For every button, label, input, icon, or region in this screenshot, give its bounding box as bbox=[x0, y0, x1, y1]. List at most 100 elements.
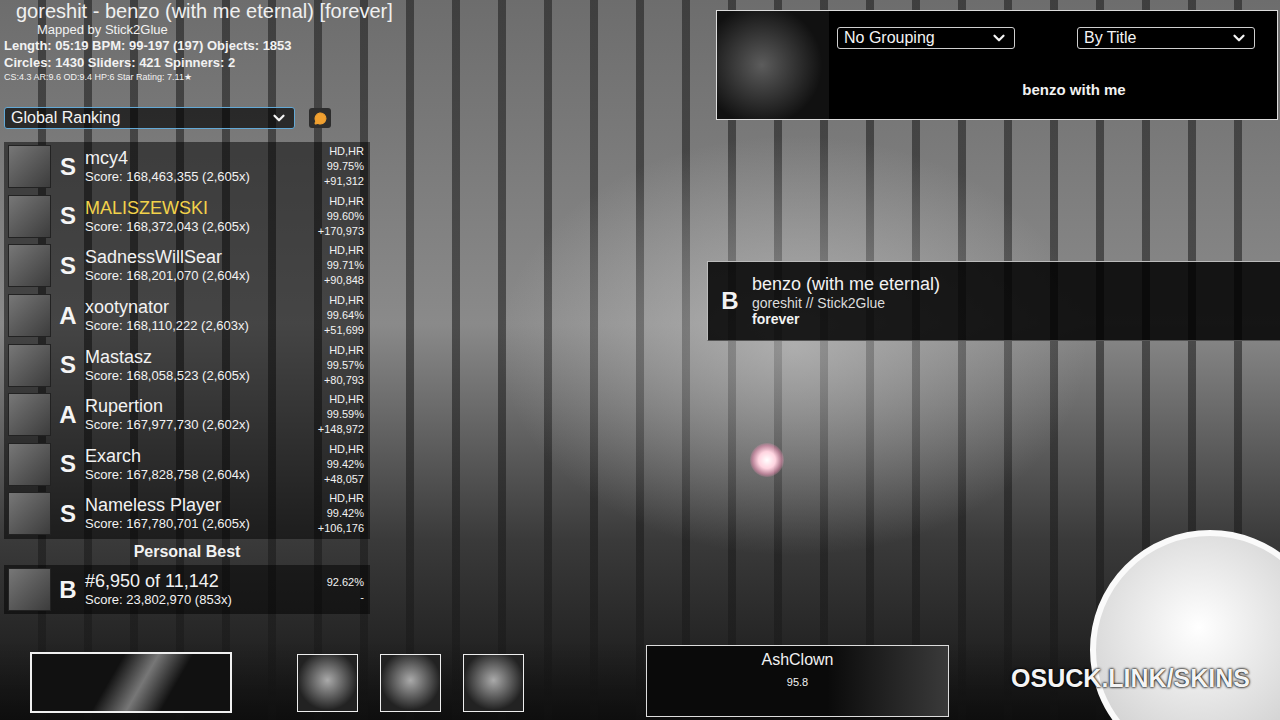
mapper: Mapped by Stick2Glue bbox=[4, 22, 376, 37]
ranking-dropdown[interactable]: Global Ranking bbox=[4, 107, 295, 129]
score-info: SadnessWillSearScore: 168,201,070 (2,604… bbox=[85, 247, 310, 284]
score-diff: +51,699 bbox=[310, 323, 364, 338]
rank-grade: S bbox=[51, 351, 85, 379]
score-row[interactable]: Smcy4Score: 168,463,355 (2,605x)HD,HR99.… bbox=[4, 142, 370, 192]
rank-grade: B bbox=[51, 576, 85, 604]
player-avatar bbox=[8, 244, 51, 287]
score-text: Score: 168,058,523 (2,605x) bbox=[85, 368, 310, 384]
rank-grade: A bbox=[51, 302, 85, 330]
mods: HD,HR bbox=[310, 144, 364, 159]
score-row[interactable]: SMastaszScore: 168,058,523 (2,605x)HD,HR… bbox=[4, 340, 370, 390]
panel-artwork bbox=[717, 11, 829, 119]
score-side: HD,HR99.59%+148,972 bbox=[310, 392, 364, 437]
rank-grade: S bbox=[51, 450, 85, 478]
score-side: HD,HR99.64%+51,699 bbox=[310, 293, 364, 338]
score-diff: +148,972 bbox=[310, 422, 364, 437]
score-row[interactable]: SSadnessWillSearScore: 168,201,070 (2,60… bbox=[4, 241, 370, 291]
personal-best-row[interactable]: B#6,950 of 11,142Score: 23,802,970 (853x… bbox=[4, 565, 370, 615]
score-side: HD,HR99.42%+106,176 bbox=[310, 491, 364, 536]
player-name: xootynator bbox=[85, 297, 310, 318]
score-list: Smcy4Score: 168,463,355 (2,605x)HD,HR99.… bbox=[4, 142, 376, 539]
filter-panel: No Grouping By Title benzo with me bbox=[716, 10, 1278, 120]
player-avatar bbox=[8, 443, 51, 486]
score-text: Score: 168,201,070 (2,604x) bbox=[85, 268, 310, 284]
score-text: Score: 167,780,701 (2,605x) bbox=[85, 516, 310, 532]
mods: HD,HR bbox=[310, 293, 364, 308]
grouping-label: No Grouping bbox=[844, 29, 935, 47]
mods: HD,HR bbox=[310, 442, 364, 457]
left-panel: goreshit - benzo (with me eternal) [fore… bbox=[0, 0, 376, 640]
score-side: 92.62%- bbox=[310, 575, 364, 605]
player-avatar bbox=[8, 344, 51, 387]
mods: HD,HR bbox=[310, 243, 364, 258]
beatmap-title: goreshit - benzo (with me eternal) [fore… bbox=[16, 0, 393, 23]
mode-button[interactable] bbox=[30, 652, 232, 713]
player-avatar bbox=[8, 492, 51, 535]
song-title: benzo (with me eternal) bbox=[752, 274, 940, 295]
chevron-down-icon bbox=[270, 109, 288, 127]
player-name: Rupertion bbox=[85, 396, 310, 417]
score-row[interactable]: SMALISZEWSKIScore: 168,372,043 (2,605x)H… bbox=[4, 192, 370, 242]
personal-best-heading: Personal Best bbox=[4, 539, 370, 565]
score-info: MastaszScore: 168,058,523 (2,605x) bbox=[85, 347, 310, 384]
accuracy: 99.42% bbox=[310, 457, 364, 472]
player-name: Nameless Player bbox=[85, 495, 310, 516]
score-text: Score: 167,828,758 (2,604x) bbox=[85, 467, 310, 483]
rank-grade: A bbox=[51, 401, 85, 429]
player-name: Mastasz bbox=[85, 347, 310, 368]
score-side: HD,HR99.42%+48,057 bbox=[310, 442, 364, 487]
score-diff: +48,057 bbox=[310, 472, 364, 487]
score-side: HD,HR99.60%+170,973 bbox=[310, 194, 364, 239]
song-card[interactable]: Bbenzo (with me eternal)goreshit // Stic… bbox=[707, 261, 1280, 341]
score-text: Score: 167,977,730 (2,602x) bbox=[85, 417, 310, 433]
chat-bubble-icon bbox=[314, 112, 327, 125]
rank-grade: S bbox=[51, 252, 85, 280]
rank-grade: S bbox=[51, 153, 85, 181]
score-diff: +170,973 bbox=[310, 224, 364, 239]
chevron-down-icon bbox=[990, 29, 1008, 47]
title-row: goreshit - benzo (with me eternal) [fore… bbox=[4, 0, 376, 22]
user-panel[interactable]: AshClown95.8 bbox=[646, 645, 949, 717]
mods: HD,HR bbox=[310, 194, 364, 209]
watermark: OSUCK.LINK/SKINS bbox=[1011, 664, 1250, 693]
random-button[interactable] bbox=[380, 654, 441, 712]
accuracy: 99.60% bbox=[310, 209, 364, 224]
ranking-label: Global Ranking bbox=[11, 109, 120, 127]
song-artist: goreshit // Stick2Glue bbox=[752, 295, 940, 311]
song-text: benzo (with me eternal)goreshit // Stick… bbox=[752, 274, 940, 328]
chevron-down-icon bbox=[1230, 29, 1248, 47]
accuracy: 99.57% bbox=[310, 358, 364, 373]
score-row[interactable]: SExarchScore: 167,828,758 (2,604x)HD,HR9… bbox=[4, 440, 370, 490]
bottom-bar: AshClown95.8 OSUCK.LINK/SKINS bbox=[0, 640, 1280, 720]
options-button[interactable] bbox=[463, 654, 524, 712]
leaderboard-position: #6,950 of 11,142 bbox=[85, 571, 310, 592]
rank-grade: S bbox=[51, 202, 85, 230]
mods: HD,HR bbox=[310, 343, 364, 358]
object-counts: Circles: 1430 Sliders: 421 Spinners: 2 bbox=[4, 54, 376, 71]
song-select-screen: goreshit - benzo (with me eternal) [fore… bbox=[0, 0, 1280, 720]
score-info: ExarchScore: 167,828,758 (2,604x) bbox=[85, 446, 310, 483]
rank-grade: S bbox=[51, 500, 85, 528]
score-side: HD,HR99.57%+80,793 bbox=[310, 343, 364, 388]
mods: HD,HR bbox=[310, 392, 364, 407]
score-diff: - bbox=[310, 590, 364, 605]
chat-button[interactable] bbox=[309, 108, 331, 128]
score-row[interactable]: ARupertionScore: 167,977,730 (2,602x)HD,… bbox=[4, 390, 370, 440]
player-name: MALISZEWSKI bbox=[85, 198, 310, 219]
sort-dropdown[interactable]: By Title bbox=[1077, 27, 1255, 49]
score-text: Score: 168,372,043 (2,605x) bbox=[85, 219, 310, 235]
grouping-dropdown[interactable]: No Grouping bbox=[837, 27, 1015, 49]
option-buttons bbox=[297, 654, 524, 712]
filter-body: No Grouping By Title benzo with me bbox=[829, 11, 1277, 119]
player-name: SadnessWillSear bbox=[85, 247, 310, 268]
user-name: AshClown bbox=[761, 650, 833, 670]
mods-button[interactable] bbox=[297, 654, 358, 712]
score-diff: +90,848 bbox=[310, 273, 364, 288]
song-difficulty: forever bbox=[752, 311, 940, 328]
search-text[interactable]: benzo with me bbox=[833, 81, 1255, 98]
score-row[interactable]: SNameless PlayerScore: 167,780,701 (2,60… bbox=[4, 489, 370, 539]
difficulty-stats: CS:4.3 AR:9.6 OD:9.4 HP:6 Star Rating: 7… bbox=[4, 71, 376, 83]
score-side: HD,HR99.71%+90,848 bbox=[310, 243, 364, 288]
score-row[interactable]: AxootynatorScore: 168,110,222 (2,603x)HD… bbox=[4, 291, 370, 341]
score-diff: +91,312 bbox=[310, 174, 364, 189]
